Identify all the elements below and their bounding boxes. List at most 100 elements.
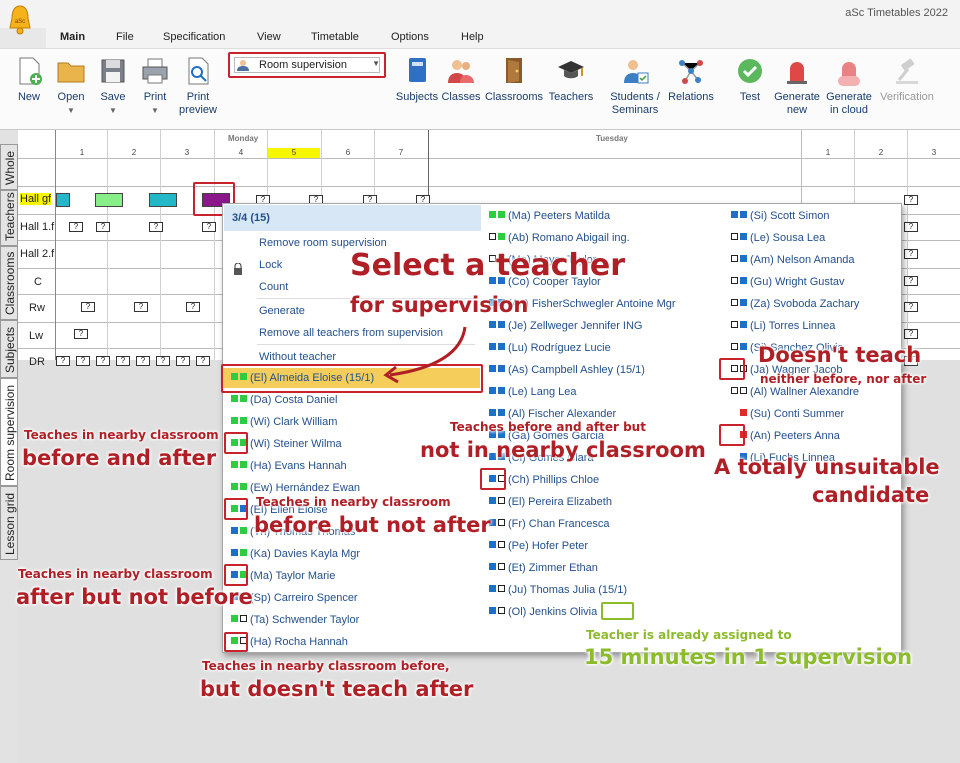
empty-slot[interactable]: ? (904, 302, 918, 312)
teacher-option[interactable]: (An) Peeters Anna (723, 426, 901, 446)
tab-teachers[interactable]: Teachers (0, 190, 18, 246)
relations-button[interactable]: Relations (665, 55, 717, 104)
empty-slot[interactable]: ? (904, 249, 918, 259)
new-button[interactable]: New (14, 55, 44, 104)
row-label-lw[interactable]: Lw (29, 330, 43, 342)
empty-slot[interactable]: ? (96, 222, 110, 232)
period-label: 7 (398, 148, 404, 157)
teacher-option[interactable]: (Si) Scott Simon (723, 206, 901, 226)
empty-slot[interactable]: ? (76, 356, 90, 366)
subjects-button[interactable]: Subjects (395, 55, 439, 104)
teacher-option[interactable]: (Fr) Chan Francesca (481, 514, 721, 534)
tab-lesson-grid[interactable]: Lesson grid (0, 486, 18, 560)
menu-specification[interactable]: Specification (163, 31, 225, 43)
teacher-option[interactable]: (Da) Costa Daniel (223, 390, 480, 410)
generate-item[interactable]: Generate (259, 305, 305, 317)
menu-file[interactable]: File (116, 31, 134, 43)
teacher-option[interactable]: (Su) Conti Summer (723, 404, 901, 424)
suitability-marker (489, 387, 507, 396)
teacher-option[interactable]: (Et) Zimmer Ethan (481, 558, 721, 578)
tab-subjects[interactable]: Subjects (0, 320, 18, 378)
teacher-option[interactable]: (Le) Sousa Lea (723, 228, 901, 248)
tab-whole[interactable]: Whole (0, 144, 18, 190)
teacher-option[interactable]: (Ab) Romano Abigail ing. (481, 228, 721, 248)
empty-slot[interactable]: ? (81, 302, 95, 312)
row-label-c[interactable]: C (34, 276, 42, 288)
arrow-icon (383, 326, 467, 384)
empty-slot[interactable]: ? (134, 302, 148, 312)
empty-slot[interactable]: ? (74, 329, 88, 339)
teacher-option[interactable]: (Am) Nelson Amanda (723, 250, 901, 270)
empty-slot[interactable]: ? (136, 356, 150, 366)
teacher-option[interactable]: (Le) Lang Lea (481, 382, 721, 402)
lock-item[interactable]: Lock (259, 259, 282, 271)
empty-slot[interactable]: ? (176, 356, 190, 366)
teacher-option[interactable]: (Ch) Phillips Chloe (481, 470, 721, 490)
teachers-button[interactable]: Teachers (547, 55, 595, 104)
verification-button[interactable]: Verification (876, 55, 938, 104)
teacher-option[interactable]: (Ha) Rocha Hannah (223, 632, 480, 652)
row-label-rw[interactable]: Rw (29, 302, 45, 314)
empty-slot[interactable]: ? (196, 356, 210, 366)
row-label-hall-2f[interactable]: Hall 2.f (20, 248, 54, 260)
classes-button[interactable]: Classes (441, 55, 481, 104)
teacher-option[interactable]: (Li) Torres Linnea (723, 316, 901, 336)
teacher-name: (Ab) Romano Abigail ing. (508, 232, 630, 244)
open-button[interactable]: Open ▼ (54, 55, 88, 117)
empty-slot[interactable]: ? (149, 222, 163, 232)
print-button[interactable]: Print ▼ (140, 55, 170, 117)
teacher-option[interactable]: (Ka) Davies Kayla Mgr (223, 544, 480, 564)
empty-slot[interactable]: ? (904, 276, 918, 286)
print-preview-button[interactable]: Print preview (178, 55, 218, 117)
teacher-option[interactable]: (Je) Zellweger Jennifer ING (481, 316, 721, 336)
suitability-marker (489, 497, 507, 506)
teacher-option[interactable]: (Gu) Wright Gustav (723, 272, 901, 292)
teacher-option[interactable]: (Ta) Schwender Taylor (223, 610, 480, 630)
save-button[interactable]: Save ▼ (98, 55, 128, 117)
menu-main[interactable]: Main (60, 31, 85, 43)
empty-slot[interactable]: ? (186, 302, 200, 312)
empty-slot[interactable]: ? (904, 222, 918, 232)
empty-slot[interactable]: ? (56, 356, 70, 366)
view-mode-select[interactable]: Room supervision ▼ (228, 52, 386, 78)
teacher-option[interactable]: (Pe) Hofer Peter (481, 536, 721, 556)
classrooms-button[interactable]: Classrooms (484, 55, 544, 104)
count-item[interactable]: Count (259, 281, 288, 293)
teacher-option[interactable]: (Ma) Taylor Marie (223, 566, 480, 586)
teacher-option[interactable]: (El) Pereira Elizabeth (481, 492, 721, 512)
students-seminars-button[interactable]: Students / Seminars (607, 55, 663, 117)
empty-slot[interactable]: ? (904, 329, 918, 339)
teacher-option[interactable]: (Ju) Thomas Julia (15/1) (481, 580, 721, 600)
empty-slot[interactable]: ? (96, 356, 110, 366)
tab-room-supervision[interactable]: Room supervision (0, 378, 18, 486)
row-label-hall-gf[interactable]: Hall gf (20, 193, 52, 205)
menu-options[interactable]: Options (391, 31, 429, 43)
tab-classrooms[interactable]: Classrooms (0, 246, 18, 320)
menu-timetable[interactable]: Timetable (311, 31, 359, 43)
menu-view[interactable]: View (257, 31, 281, 43)
teacher-option[interactable]: (Sp) Carreiro Spencer (223, 588, 480, 608)
teacher-option[interactable]: (As) Campbell Ashley (15/1) (481, 360, 721, 380)
teacher-option[interactable]: (Wi) Clark William (223, 412, 480, 432)
generate-cloud-button[interactable]: Generate in cloud (824, 55, 874, 117)
generate-new-button[interactable]: Generate new (772, 55, 822, 117)
teacher-option[interactable]: (Za) Svoboda Zachary (723, 294, 901, 314)
menu-help[interactable]: Help (461, 31, 484, 43)
without-teacher-item[interactable]: Without teacher (259, 351, 336, 363)
suitability-marker (489, 211, 507, 220)
empty-slot[interactable]: ? (202, 222, 216, 232)
supervision-cell[interactable] (56, 193, 70, 207)
teacher-option[interactable]: (Lu) Rodríguez Lucie (481, 338, 721, 358)
empty-slot[interactable]: ? (69, 222, 83, 232)
teacher-name: (Am) Nelson Amanda (750, 254, 855, 266)
empty-slot[interactable]: ? (904, 195, 918, 205)
row-label-hall-1f[interactable]: Hall 1.f (20, 221, 54, 233)
empty-slot[interactable]: ? (156, 356, 170, 366)
teacher-option[interactable]: (Ma) Peeters Matilda (481, 206, 721, 226)
supervision-cell[interactable] (149, 193, 177, 207)
test-button[interactable]: Test (734, 55, 766, 104)
supervision-cell[interactable] (95, 193, 123, 207)
suitability-marker (231, 615, 249, 624)
row-label-dr[interactable]: DR (29, 356, 45, 368)
empty-slot[interactable]: ? (116, 356, 130, 366)
